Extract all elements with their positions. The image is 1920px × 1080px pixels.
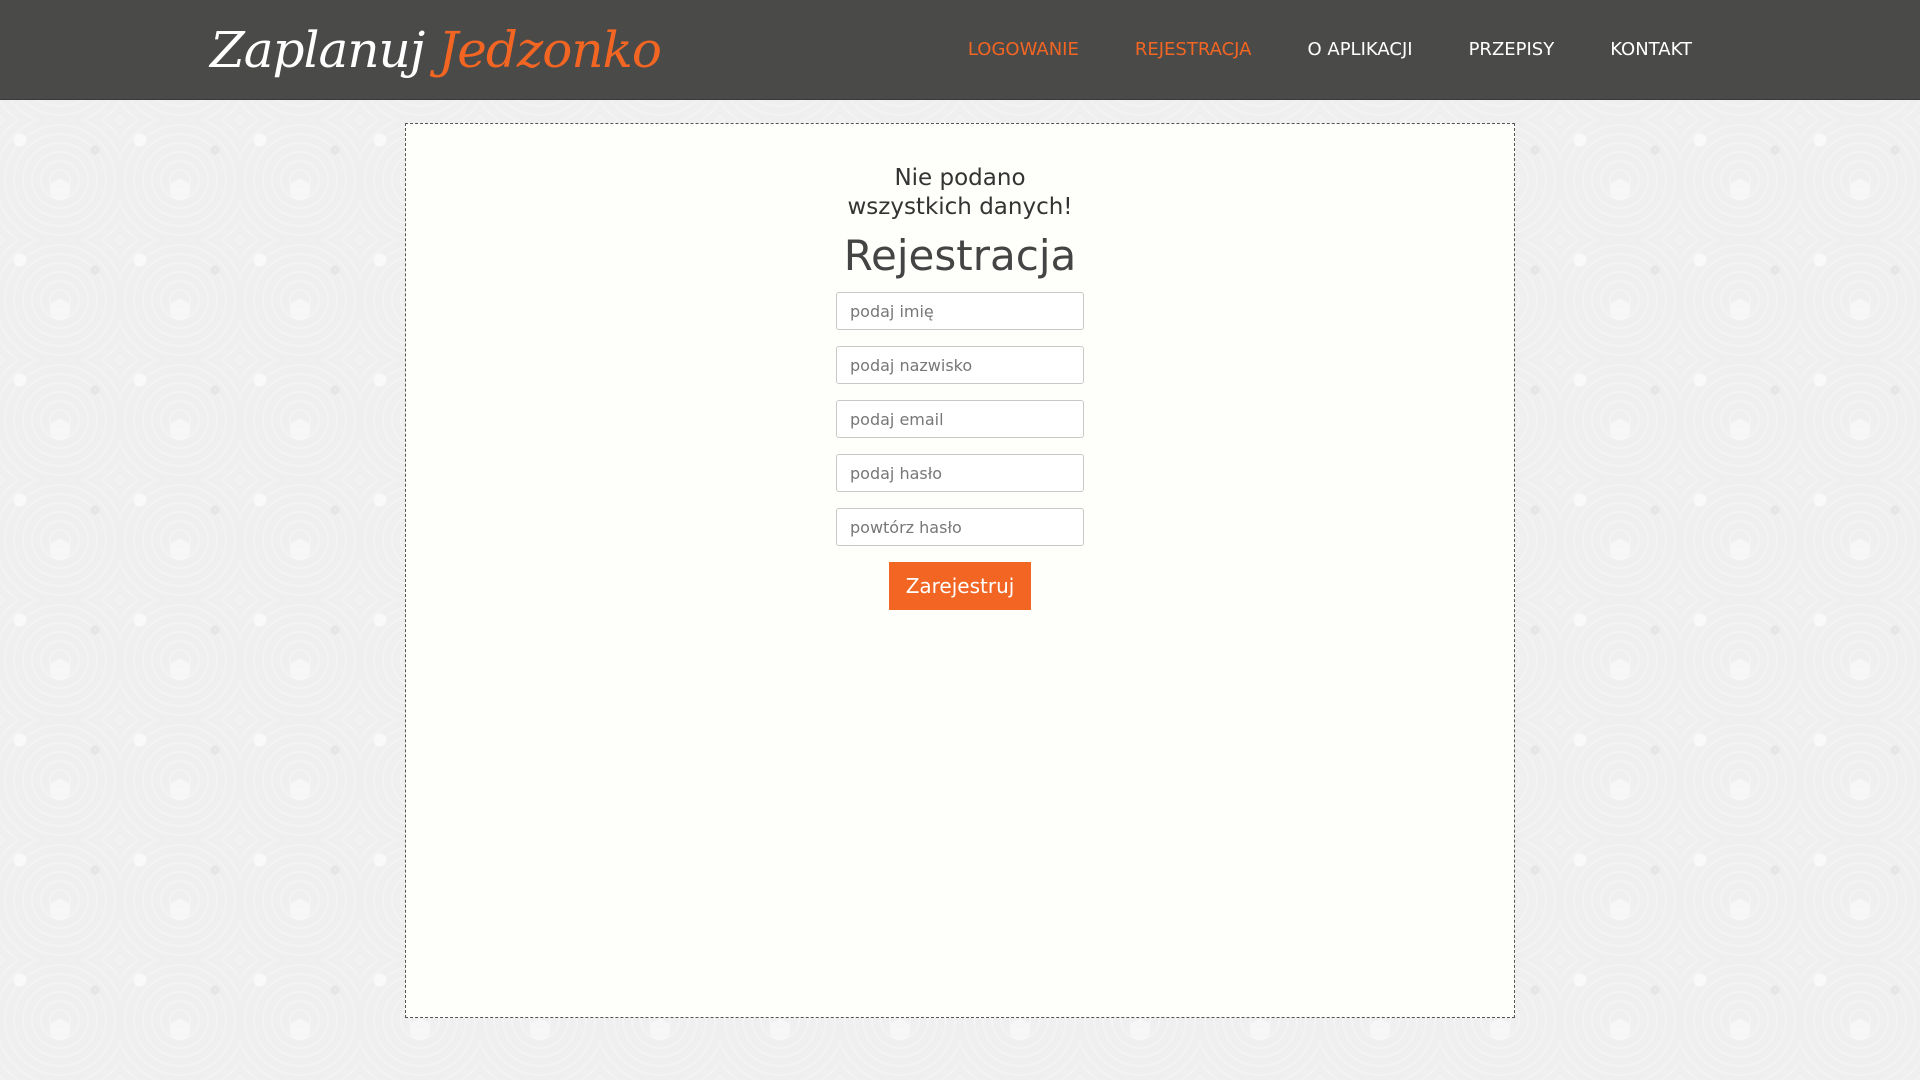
first-name-input[interactable]: [836, 292, 1084, 330]
site-logo[interactable]: Zaplanuj Jedzonko: [210, 14, 662, 86]
error-message-line-2: wszystkich danych!: [847, 194, 1073, 220]
nav-recipes[interactable]: PRZEPISY: [1469, 0, 1555, 100]
nav-about[interactable]: O APLIKACJI: [1308, 0, 1413, 100]
nav-contact[interactable]: KONTAKT: [1610, 0, 1692, 100]
logo-text-accent: Jedzonko: [438, 21, 662, 79]
last-name-input[interactable]: [836, 346, 1084, 384]
password-input[interactable]: [836, 454, 1084, 492]
main-nav: LOGOWANIE REJESTRACJA O APLIKACJI PRZEPI…: [912, 0, 1692, 100]
error-message-line-1: Nie podano: [894, 165, 1026, 191]
register-button[interactable]: Zarejestruj: [889, 562, 1031, 610]
logo-text-primary: Zaplanuj: [210, 21, 425, 79]
email-input[interactable]: [836, 400, 1084, 438]
registration-form: Nie podano wszystkich danych! Rejestracj…: [406, 164, 1514, 610]
site-header: Zaplanuj Jedzonko LOGOWANIE REJESTRACJA O…: [0, 0, 1920, 100]
nav-login[interactable]: LOGOWANIE: [968, 0, 1079, 100]
content-panel: Nie podano wszystkich danych! Rejestracj…: [405, 123, 1515, 1018]
form-title: Rejestracja: [843, 231, 1077, 280]
error-message: Nie podano wszystkich danych!: [847, 164, 1072, 222]
repeat-password-input[interactable]: [836, 508, 1084, 546]
nav-register[interactable]: REJESTRACJA: [1135, 0, 1252, 100]
